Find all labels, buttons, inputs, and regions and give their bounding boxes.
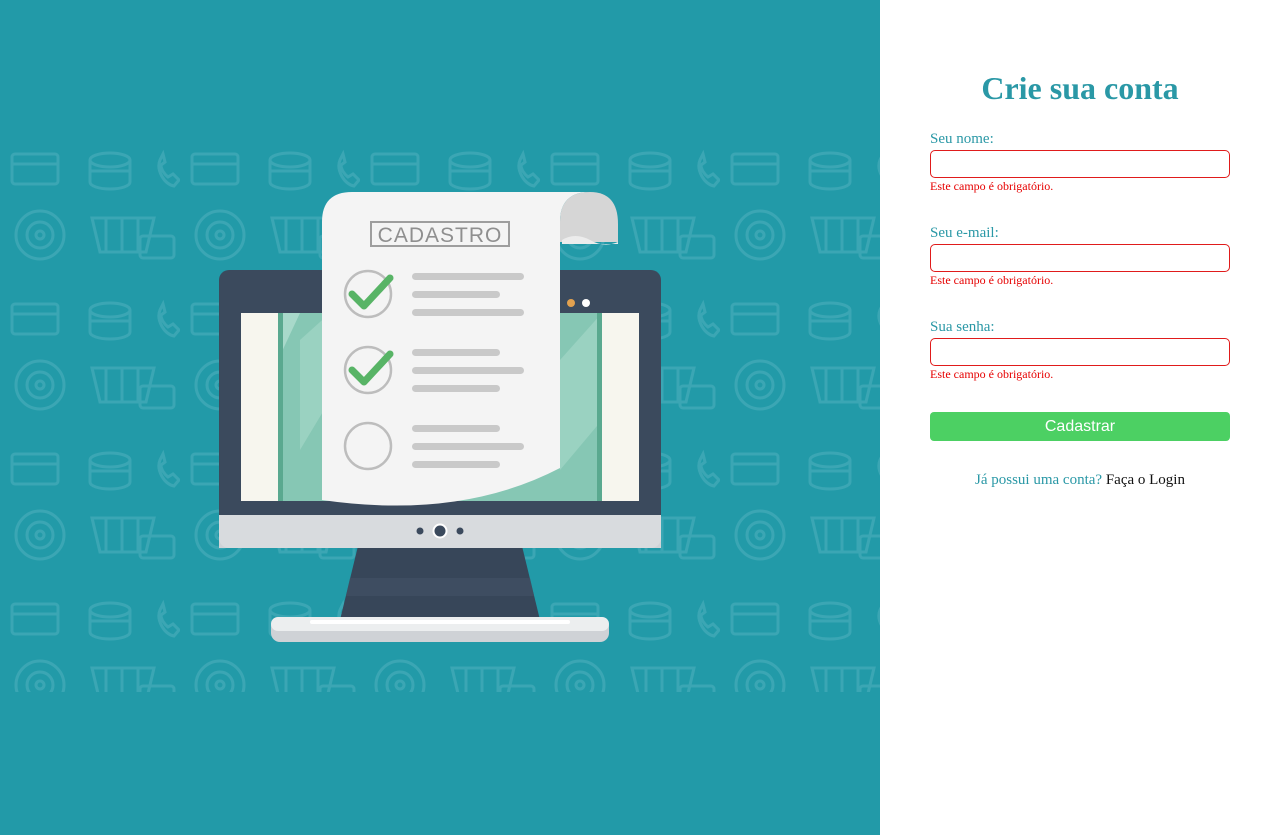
login-prompt-text: Já possui uma conta? <box>975 472 1103 488</box>
name-input[interactable] <box>930 150 1230 178</box>
registration-illustration: CADASTRO <box>219 192 661 642</box>
email-input[interactable] <box>930 244 1230 272</box>
password-input[interactable] <box>930 338 1230 366</box>
email-field-label: Seu e-mail: <box>930 225 999 241</box>
form-title: Crie sua conta <box>981 70 1179 106</box>
name-field-label: Seu nome: <box>930 131 994 147</box>
register-button[interactable]: Cadastrar <box>930 412 1230 441</box>
name-error-message: Este campo é obrigatório. <box>930 179 1054 193</box>
cadastro-label: CADASTRO <box>378 224 503 247</box>
password-error-message: Este campo é obrigatório. <box>930 367 1054 381</box>
login-prompt-line: Já possui uma conta? Faça o Login <box>880 472 1280 489</box>
signup-form-panel: Crie sua conta Seu nome: Este campo é ob… <box>880 0 1280 835</box>
password-field-label: Sua senha: <box>930 319 995 335</box>
hero-panel: CADASTRO <box>0 0 880 835</box>
email-error-message: Este campo é obrigatório. <box>930 273 1054 287</box>
login-link[interactable]: Faça o Login <box>1106 472 1185 488</box>
